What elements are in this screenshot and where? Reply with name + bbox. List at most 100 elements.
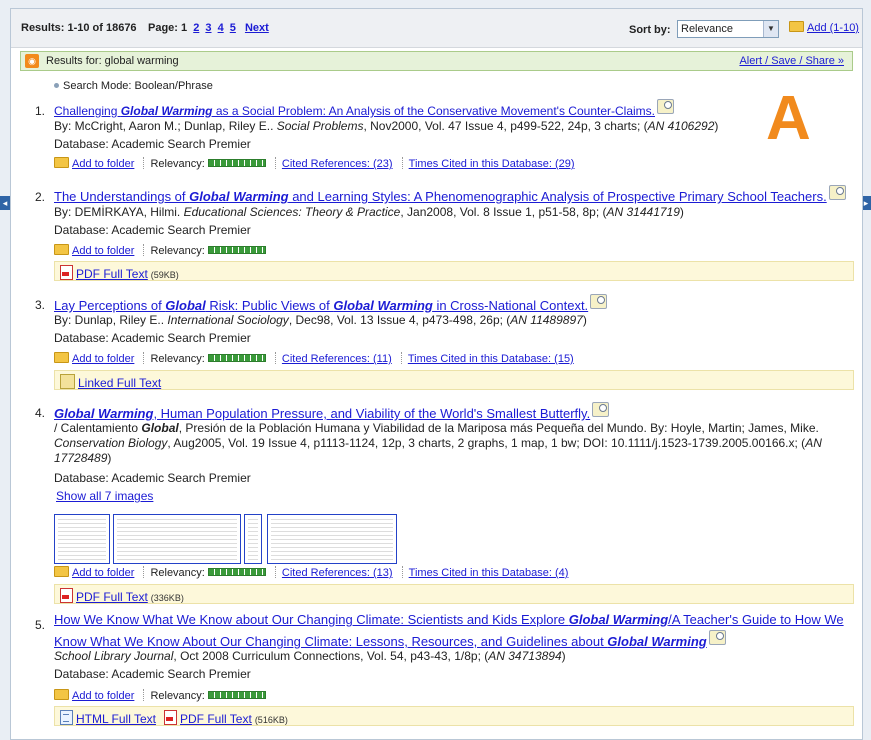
record-database: Database: Academic Search Premier: [54, 667, 251, 681]
page-link-5[interactable]: 5: [230, 22, 236, 34]
sort-label: Sort by:: [629, 24, 671, 36]
html-full-text-link[interactable]: HTML Full Text: [76, 712, 156, 726]
record-title-link[interactable]: The Understandings of Global Warming and…: [54, 189, 827, 204]
record-database: Database: Academic Search Premier: [54, 471, 251, 485]
search-mode-label: Search Mode: Boolean/Phrase: [63, 80, 213, 92]
folder-icon: [54, 352, 69, 363]
record-database: Database: Academic Search Premier: [54, 137, 251, 151]
record-actions: Add to folder Relevancy: Cited Reference…: [54, 352, 574, 365]
chevron-down-icon[interactable]: ▼: [763, 21, 778, 37]
current-page: Page: 1: [148, 22, 188, 34]
record-database: Database: Academic Search Premier: [54, 331, 251, 345]
record-citation: By: Dunlap, Riley E.. International Soci…: [54, 313, 587, 327]
logo-letter: A: [766, 84, 811, 153]
preview-magnifier-icon[interactable]: [828, 185, 846, 200]
relevancy-bar: [207, 691, 266, 699]
rss-icon[interactable]: ◉: [25, 54, 39, 68]
search-mode: Search Mode: Boolean/Phrase: [54, 80, 213, 92]
image-thumbnail[interactable]: [113, 514, 241, 564]
record-number: 2.: [35, 190, 46, 204]
add-to-folder-link[interactable]: Add to folder: [72, 567, 134, 579]
record-number: 5.: [35, 618, 46, 632]
relevancy-bar: [207, 246, 266, 254]
linked-full-text-icon[interactable]: [60, 374, 75, 389]
image-thumbnail[interactable]: [54, 514, 110, 564]
page-link-3[interactable]: 3: [205, 22, 211, 34]
pager: Page: 1 2 3 4 5 Next: [148, 22, 269, 34]
image-thumbnail[interactable]: [267, 514, 397, 564]
results-for-label: Results for: global warming: [46, 55, 179, 67]
full-text-bar: PDF Full Text (336KB): [54, 584, 854, 604]
cited-references-link[interactable]: Cited References: (11): [282, 353, 392, 365]
record-number: 4.: [35, 406, 46, 420]
times-cited-link[interactable]: Times Cited in this Database: (29): [409, 158, 575, 170]
results-panel: Results: 1-10 of 18676 Page: 1 2 3 4 5 N…: [10, 8, 863, 740]
folder-icon: [54, 244, 69, 255]
record-database: Database: Academic Search Premier: [54, 223, 251, 237]
sort-value: Relevance: [681, 23, 733, 35]
file-size: (516KB): [254, 715, 288, 725]
add-to-folder-link[interactable]: Add to folder: [72, 245, 134, 257]
times-cited-link[interactable]: Times Cited in this Database: (15): [408, 353, 574, 365]
preview-magnifier-icon[interactable]: [708, 630, 726, 645]
full-text-bar: Linked Full Text: [54, 370, 854, 390]
record-title-link[interactable]: Global Warming, Human Population Pressur…: [54, 406, 590, 421]
add-to-folder-link[interactable]: Add to folder: [72, 690, 134, 702]
results-for-bar: ◉ Results for: global warming Alert / Sa…: [20, 51, 853, 71]
relevancy-bar: [207, 354, 266, 362]
folder-icon: [54, 157, 69, 168]
pdf-icon[interactable]: [164, 710, 178, 725]
pdf-icon[interactable]: [60, 265, 73, 280]
alert-save-share-link[interactable]: Alert / Save / Share »: [739, 55, 844, 67]
preview-magnifier-icon[interactable]: [590, 294, 608, 309]
bullet-icon: [54, 83, 59, 88]
add-to-folder-link[interactable]: Add to folder: [72, 158, 134, 170]
record-actions: Add to folder Relevancy:: [54, 244, 266, 257]
folder-icon: [789, 21, 804, 32]
record-citation: By: McCright, Aaron M.; Dunlap, Riley E.…: [54, 119, 719, 133]
sort-select[interactable]: Relevance ▼: [677, 20, 779, 38]
folder-icon: [54, 566, 69, 577]
html-icon[interactable]: [60, 710, 73, 725]
pdf-icon[interactable]: [60, 588, 73, 603]
results-toolbar: Results: 1-10 of 18676 Page: 1 2 3 4 5 N…: [11, 9, 862, 48]
relevancy-label: Relevancy:: [150, 245, 205, 257]
pdf-full-text-link[interactable]: PDF Full Text: [76, 267, 148, 281]
cited-references-link[interactable]: Cited References: (13): [282, 567, 393, 579]
next-page-link[interactable]: Next: [245, 22, 269, 34]
page-link-4[interactable]: 4: [218, 22, 224, 34]
relevancy-label: Relevancy:: [150, 158, 205, 170]
pdf-full-text-link[interactable]: PDF Full Text: [180, 712, 252, 726]
record-actions: Add to folder Relevancy: Cited Reference…: [54, 566, 568, 579]
times-cited-link[interactable]: Times Cited in this Database: (4): [409, 567, 569, 579]
relevancy-label: Relevancy:: [150, 567, 205, 579]
add-all-link[interactable]: Add (1-10): [807, 22, 859, 34]
full-text-bar: HTML Full Text PDF Full Text (516KB): [54, 706, 854, 726]
preview-magnifier-icon[interactable]: [592, 402, 610, 417]
relevancy-bar: [207, 159, 266, 167]
record-number: 3.: [35, 298, 46, 312]
record-title-link[interactable]: Challenging Global Warming as a Social P…: [54, 104, 655, 118]
preview-magnifier-icon[interactable]: [657, 99, 674, 114]
prev-arrow-icon[interactable]: ◂: [0, 196, 10, 210]
cited-references-link[interactable]: Cited References: (23): [282, 158, 393, 170]
add-to-folder-link[interactable]: Add to folder: [72, 353, 134, 365]
relevancy-bar: [207, 568, 266, 576]
results-count: Results: 1-10 of 18676: [21, 22, 137, 34]
show-all-images-link[interactable]: Show all 7 images: [56, 489, 153, 503]
record-citation: School Library Journal, Oct 2008 Curricu…: [54, 649, 566, 663]
relevancy-label: Relevancy:: [150, 690, 205, 702]
file-size: (336KB): [150, 593, 184, 603]
linked-full-text-link[interactable]: Linked Full Text: [78, 376, 161, 390]
record-title-link[interactable]: Lay Perceptions of Global Risk: Public V…: [54, 298, 588, 313]
full-text-bar: PDF Full Text (59KB): [54, 261, 854, 281]
add-all-to-folder[interactable]: Add (1-10): [789, 21, 859, 34]
pdf-full-text-link[interactable]: PDF Full Text: [76, 590, 148, 604]
folder-icon: [54, 689, 69, 700]
file-size: (59KB): [150, 270, 179, 280]
page-link-2[interactable]: 2: [193, 22, 199, 34]
image-thumbnail[interactable]: [244, 514, 262, 564]
relevancy-label: Relevancy:: [150, 353, 205, 365]
record-citation: / Calentamiento Global, Presión de la Po…: [54, 421, 822, 465]
record-citation: By: DEMİRKAYA, Hilmi. Educational Scienc…: [54, 205, 684, 219]
